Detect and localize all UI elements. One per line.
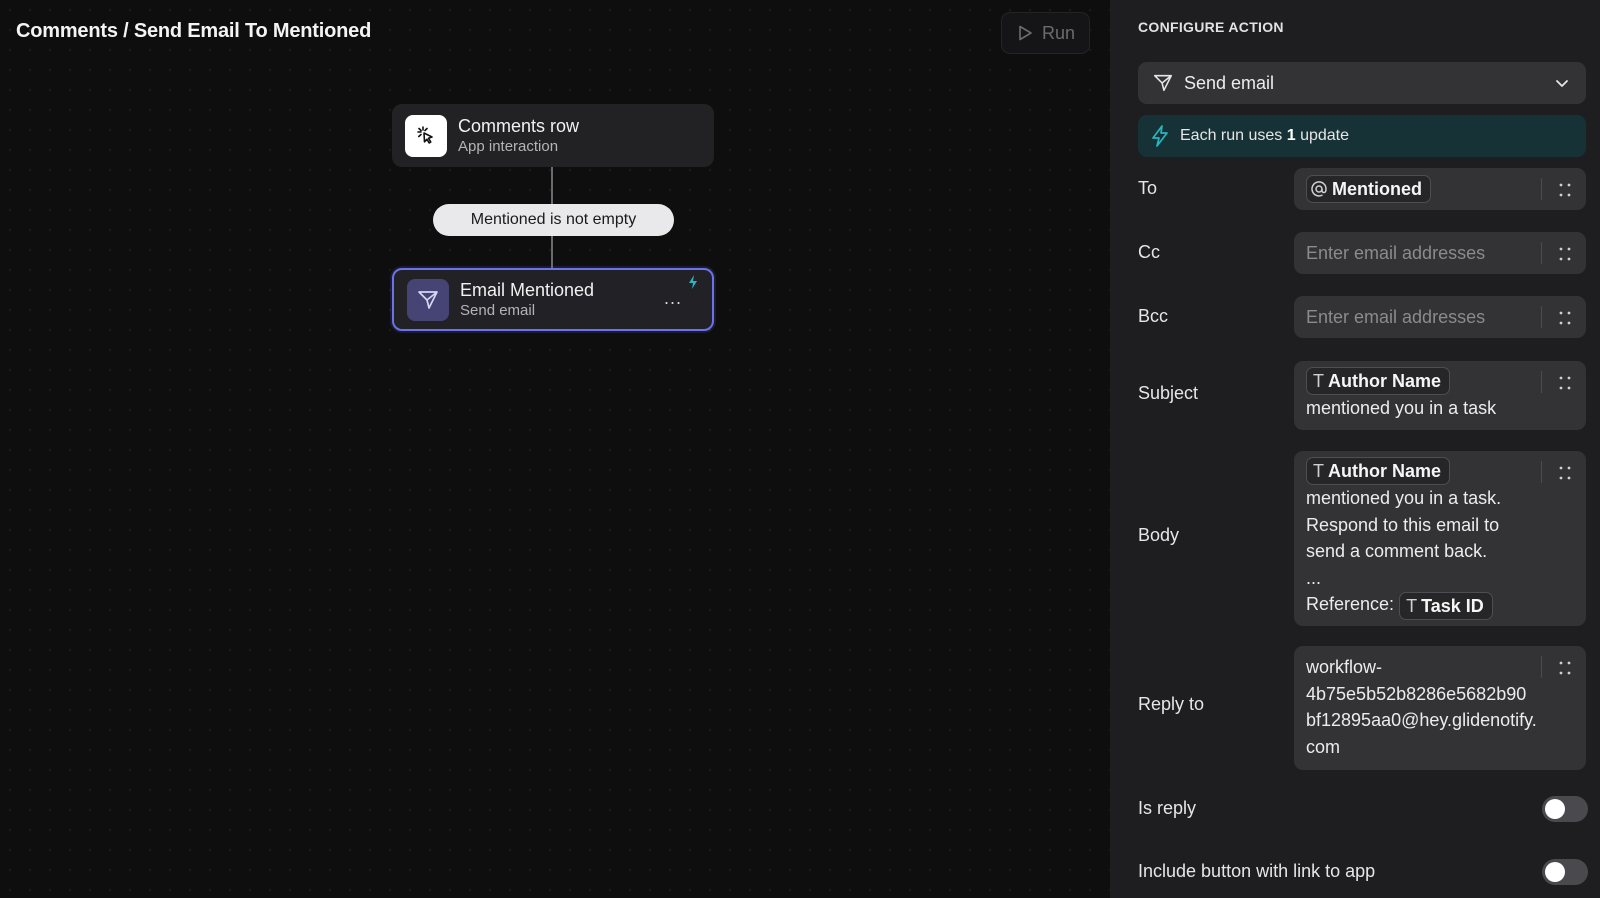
is-reply-toggle[interactable] [1542,796,1588,822]
cc-placeholder: Enter email addresses [1306,243,1486,263]
field-divider [1541,242,1542,264]
author-name-chip[interactable]: T Author Name [1306,367,1451,396]
is-reply-label: Is reply [1138,798,1197,818]
include-button-label: Include button with link to app [1138,861,1376,881]
play-icon [1019,25,1032,41]
reply-to-line: workflow- [1306,657,1383,677]
to-label: To [1138,178,1158,198]
mentioned-chip-label: Mentioned [1332,179,1422,200]
field-divider [1541,306,1542,328]
action-subtitle: Send email [460,302,536,319]
panel-title: CONFIGURE ACTION [1138,19,1284,35]
drag-handle-icon[interactable] [1558,246,1572,262]
text-type-icon: T [1313,371,1324,392]
lightning-icon [1152,125,1168,147]
toggle-knob [1545,799,1565,819]
chevron-down-icon [1556,80,1568,87]
body-line: send a comment back. [1306,541,1488,562]
run-button[interactable]: Run [1001,12,1090,54]
field-divider [1541,461,1542,483]
at-icon [1311,181,1327,197]
text-type-icon: T [1313,461,1324,482]
subject-label: Subject [1138,383,1199,403]
subject-text: mentioned you in a task [1306,398,1497,419]
task-id-chip-label: Task ID [1421,595,1484,616]
usage-prefix: Each run uses [1180,127,1287,144]
drag-handle-icon[interactable] [1558,660,1572,676]
reply-to-label: Reply to [1138,694,1205,714]
text-type-icon: T [1406,595,1418,616]
send-icon [1153,74,1173,92]
reference-label: Reference: [1306,594,1395,615]
mentioned-chip[interactable]: Mentioned [1306,175,1431,204]
configure-panel: CONFIGURE ACTION Send email Each run use… [1110,0,1600,898]
reply-to-line: com [1306,736,1341,757]
workflow-canvas[interactable]: Comments / Send Email To Mentioned Run C… [0,0,1110,898]
drag-handle-icon[interactable] [1558,465,1572,481]
body-line: ... [1306,567,1322,588]
subject-field[interactable]: T Author Name mentioned you in a task [1294,361,1586,430]
drag-handle-icon[interactable] [1558,310,1572,326]
usage-notice: Each run uses 1 update [1138,115,1586,157]
body-field[interactable]: T Author Name mentioned you in a task. Re… [1294,451,1586,626]
page-title: Comments / Send Email To Mentioned [16,20,372,42]
field-divider [1541,371,1542,393]
author-name-chip-label: Author Name [1328,461,1442,482]
author-name-chip-label: Author Name [1328,371,1442,392]
body-label: Body [1138,525,1180,545]
cc-field[interactable]: Enter email addresses [1294,232,1586,274]
drag-handle-icon[interactable] [1558,182,1572,198]
reply-to-line: bf12895aa0@hey.glidenotify. [1306,710,1537,730]
reply-to-field[interactable]: workflow- 4b75e5b52b8286e5682b90 bf12895… [1294,646,1586,770]
body-line: Respond to this email to [1306,514,1500,535]
task-id-chip[interactable]: T Task ID [1399,591,1493,620]
field-divider [1541,178,1542,200]
reply-to-line: 4b75e5b52b8286e5682b90 [1306,683,1527,704]
drag-handle-icon[interactable] [1558,375,1572,391]
body-line: mentioned you in a task. [1306,488,1502,509]
trigger-subtitle: App interaction [458,138,559,155]
author-name-chip[interactable]: T Author Name [1306,457,1451,486]
bcc-label: Bcc [1138,306,1169,326]
connector-line [551,236,553,268]
trigger-title: Comments row [458,116,580,136]
action-type-label: Send email [1184,72,1275,93]
to-field[interactable]: Mentioned [1294,168,1586,210]
field-divider [1541,656,1542,678]
more-icon[interactable]: ... [664,289,684,307]
bcc-placeholder: Enter email addresses [1306,307,1486,327]
action-node[interactable]: Email Mentioned Send email ... [392,268,714,331]
toggle-knob [1545,862,1565,882]
lightning-icon [689,275,697,289]
usage-suffix: update [1295,127,1350,144]
trigger-node[interactable]: Comments row App interaction [392,104,714,167]
send-icon [407,278,449,321]
include-button-toggle[interactable] [1542,859,1588,885]
condition-pill[interactable]: Mentioned is not empty [433,204,674,236]
pointer-click-icon [405,114,447,157]
usage-count: 1 [1286,127,1296,144]
action-title: Email Mentioned [460,280,595,300]
action-type-select[interactable]: Send email [1138,62,1586,104]
connector-line [551,167,553,204]
cc-label: Cc [1138,242,1160,262]
bcc-field[interactable]: Enter email addresses [1294,296,1586,338]
run-button-label: Run [1041,22,1076,43]
